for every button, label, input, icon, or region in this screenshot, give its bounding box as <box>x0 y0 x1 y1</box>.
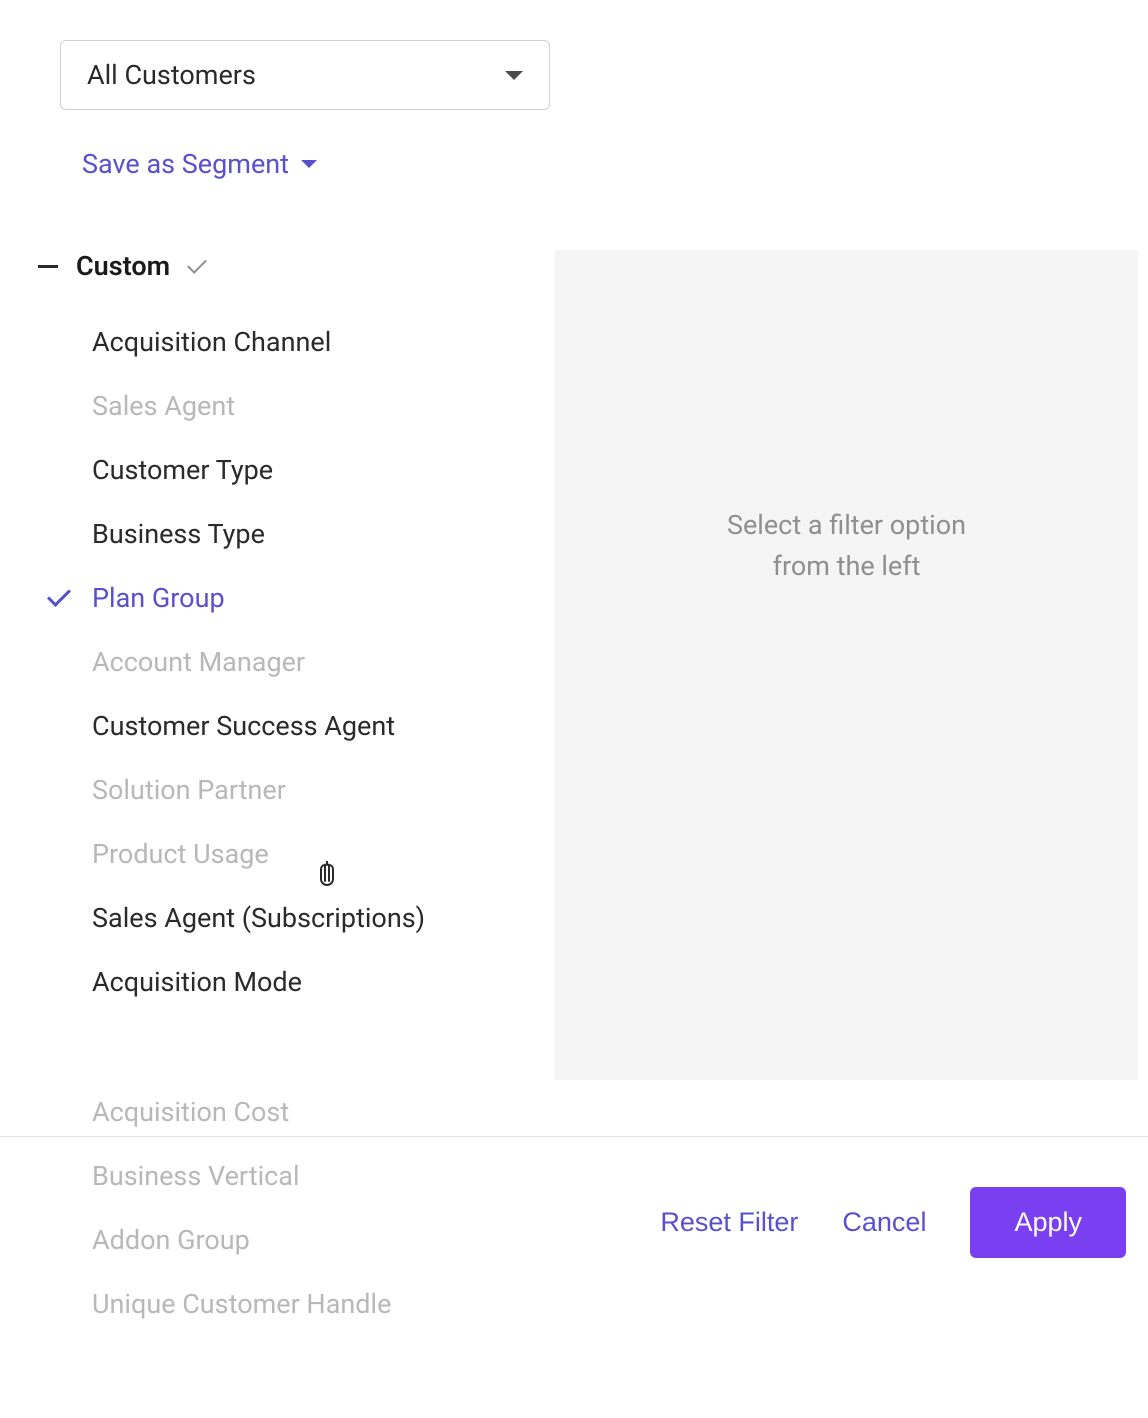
filter-item[interactable]: Customer Success Agent <box>38 694 555 758</box>
check-icon <box>187 254 207 274</box>
save-as-segment-label: Save as Segment <box>82 148 289 180</box>
filter-list: Acquisition Channel Sales Agent Customer T… <box>38 310 555 1014</box>
apply-button[interactable]: Apply <box>970 1187 1126 1258</box>
filter-item-label: Acquisition Mode <box>92 966 555 998</box>
save-as-segment-button[interactable]: Save as Segment <box>82 148 317 180</box>
content-area: Custom Acquisition Channel Sales Agent Cus… <box>0 250 1148 1080</box>
filter-item-label: Sales Agent <box>92 390 555 422</box>
caret-down-icon <box>505 71 523 80</box>
filter-item[interactable]: Product Usage <box>38 822 555 886</box>
filter-item-label: Account Manager <box>92 646 555 678</box>
filter-item[interactable]: Solution Partner <box>38 758 555 822</box>
filter-left-panel: Custom Acquisition Channel Sales Agent Cus… <box>0 250 555 1080</box>
filter-item[interactable]: Unique Customer Handle <box>38 1272 1148 1336</box>
reset-filter-button[interactable]: Reset Filter <box>660 1207 798 1238</box>
filter-item[interactable]: Sales Agent (Subscriptions) <box>38 886 555 950</box>
customers-dropdown-label: All Customers <box>87 59 256 91</box>
filter-item[interactable]: Account Manager <box>38 630 555 694</box>
section-title: Custom <box>76 250 170 282</box>
check-icon <box>47 583 71 607</box>
filter-item[interactable]: Acquisition Channel <box>38 310 555 374</box>
filter-detail-hint: Select a filter option from the left <box>697 505 997 586</box>
customers-dropdown[interactable]: All Customers <box>60 40 550 110</box>
filter-item-label: Customer Success Agent <box>92 710 555 742</box>
footer-actions: Reset Filter Cancel Apply <box>0 1136 1148 1258</box>
filter-item-label: Acquisition Channel <box>92 326 555 358</box>
filter-item-label: Unique Customer Handle <box>92 1288 1148 1320</box>
check-icon-wrap <box>48 595 92 601</box>
filter-item-label: Sales Agent (Subscriptions) <box>92 902 555 934</box>
cancel-button[interactable]: Cancel <box>842 1207 926 1238</box>
filter-item-label: Plan Group <box>92 582 555 614</box>
filter-item-label: Solution Partner <box>92 774 555 806</box>
collapse-icon <box>38 265 58 268</box>
filter-item[interactable]: Business Type <box>38 502 555 566</box>
filter-item-label: Product Usage <box>92 838 555 870</box>
filter-detail-panel: Select a filter option from the left <box>555 250 1138 1080</box>
filter-item-label: Acquisition Cost <box>92 1096 1148 1128</box>
filter-item-label: Business Type <box>92 518 555 550</box>
filter-item[interactable]: Customer Type <box>38 438 555 502</box>
filter-item[interactable]: Sales Agent <box>38 374 555 438</box>
filter-item[interactable]: Plan Group <box>38 566 555 630</box>
filter-item-label: Customer Type <box>92 454 555 486</box>
caret-down-icon <box>301 160 317 168</box>
filter-item[interactable]: Acquisition Cost <box>38 1080 1148 1144</box>
filter-item[interactable]: Acquisition Mode <box>38 950 555 1014</box>
custom-section-header[interactable]: Custom <box>38 250 555 282</box>
